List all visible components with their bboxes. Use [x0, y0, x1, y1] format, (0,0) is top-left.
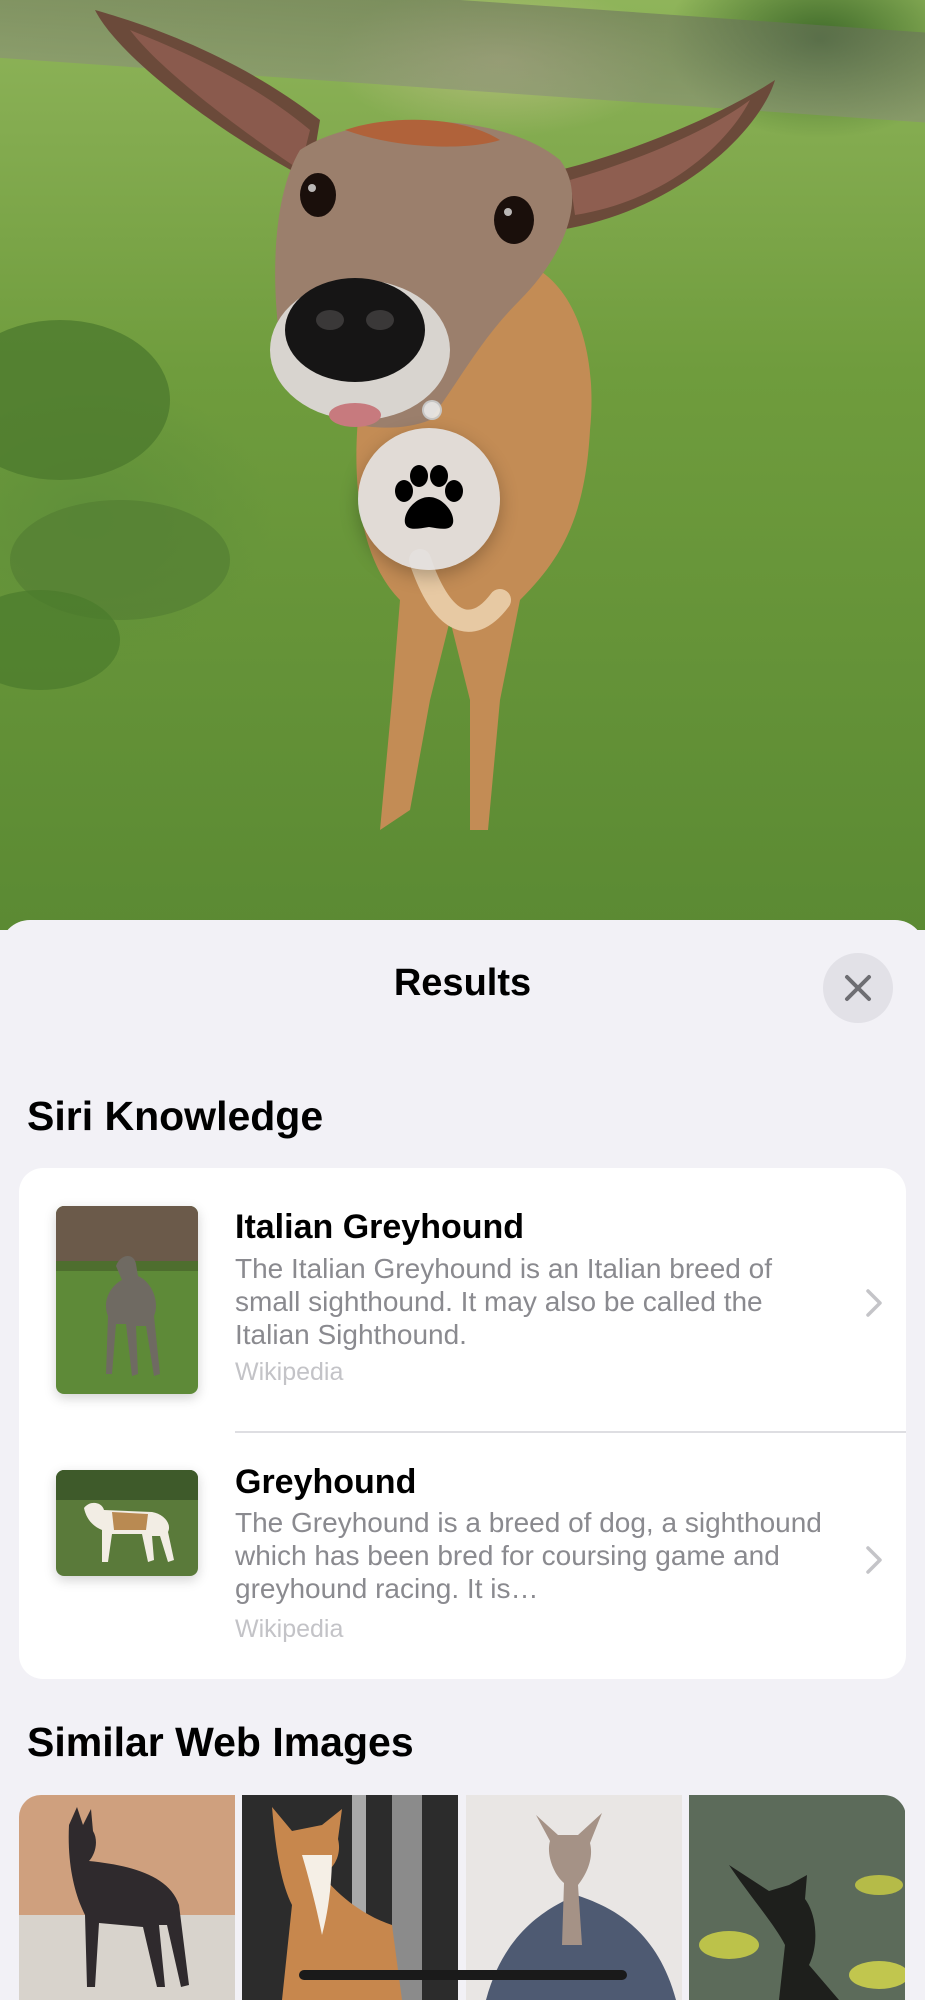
home-indicator[interactable] — [299, 1970, 627, 1980]
chevron-right-icon — [866, 1289, 882, 1317]
result-source: Wikipedia — [235, 1358, 344, 1386]
result-thumbnail — [56, 1470, 198, 1576]
knowledge-row[interactable]: Italian Greyhound The Italian Greyhound … — [19, 1168, 906, 1432]
chevron-right-icon — [866, 1546, 882, 1574]
knowledge-row[interactable]: Greyhound The Greyhound is a breed of do… — [19, 1433, 906, 1679]
result-description: The Italian Greyhound is an Italian bree… — [235, 1253, 773, 1350]
photo-viewer — [0, 0, 925, 930]
italian-greyhound-image — [56, 1206, 198, 1394]
section-heading-similar-web-images: Similar Web Images — [27, 1719, 414, 1765]
result-thumbnail — [56, 1206, 198, 1394]
result-source: Wikipedia — [235, 1615, 344, 1643]
paw-icon — [395, 465, 463, 529]
web-image-thumbnail — [19, 1795, 235, 2000]
web-image[interactable] — [688, 1795, 906, 2000]
sheet-title: Results — [393, 962, 532, 1004]
visual-lookup-button[interactable] — [358, 428, 500, 570]
result-title: Italian Greyhound — [235, 1208, 525, 1246]
result-description: The Greyhound is a breed of dog, a sight… — [235, 1507, 822, 1604]
lookup-anchor-dot — [422, 400, 442, 420]
close-icon — [845, 975, 871, 1001]
close-button[interactable] — [823, 953, 893, 1023]
siri-knowledge-card: Italian Greyhound The Italian Greyhound … — [19, 1168, 906, 1679]
greyhound-image — [56, 1470, 198, 1576]
web-image[interactable] — [19, 1795, 236, 2000]
web-image-thumbnail — [688, 1795, 906, 2000]
result-title: Greyhound — [235, 1463, 417, 1501]
section-heading-siri-knowledge: Siri Knowledge — [27, 1093, 324, 1139]
